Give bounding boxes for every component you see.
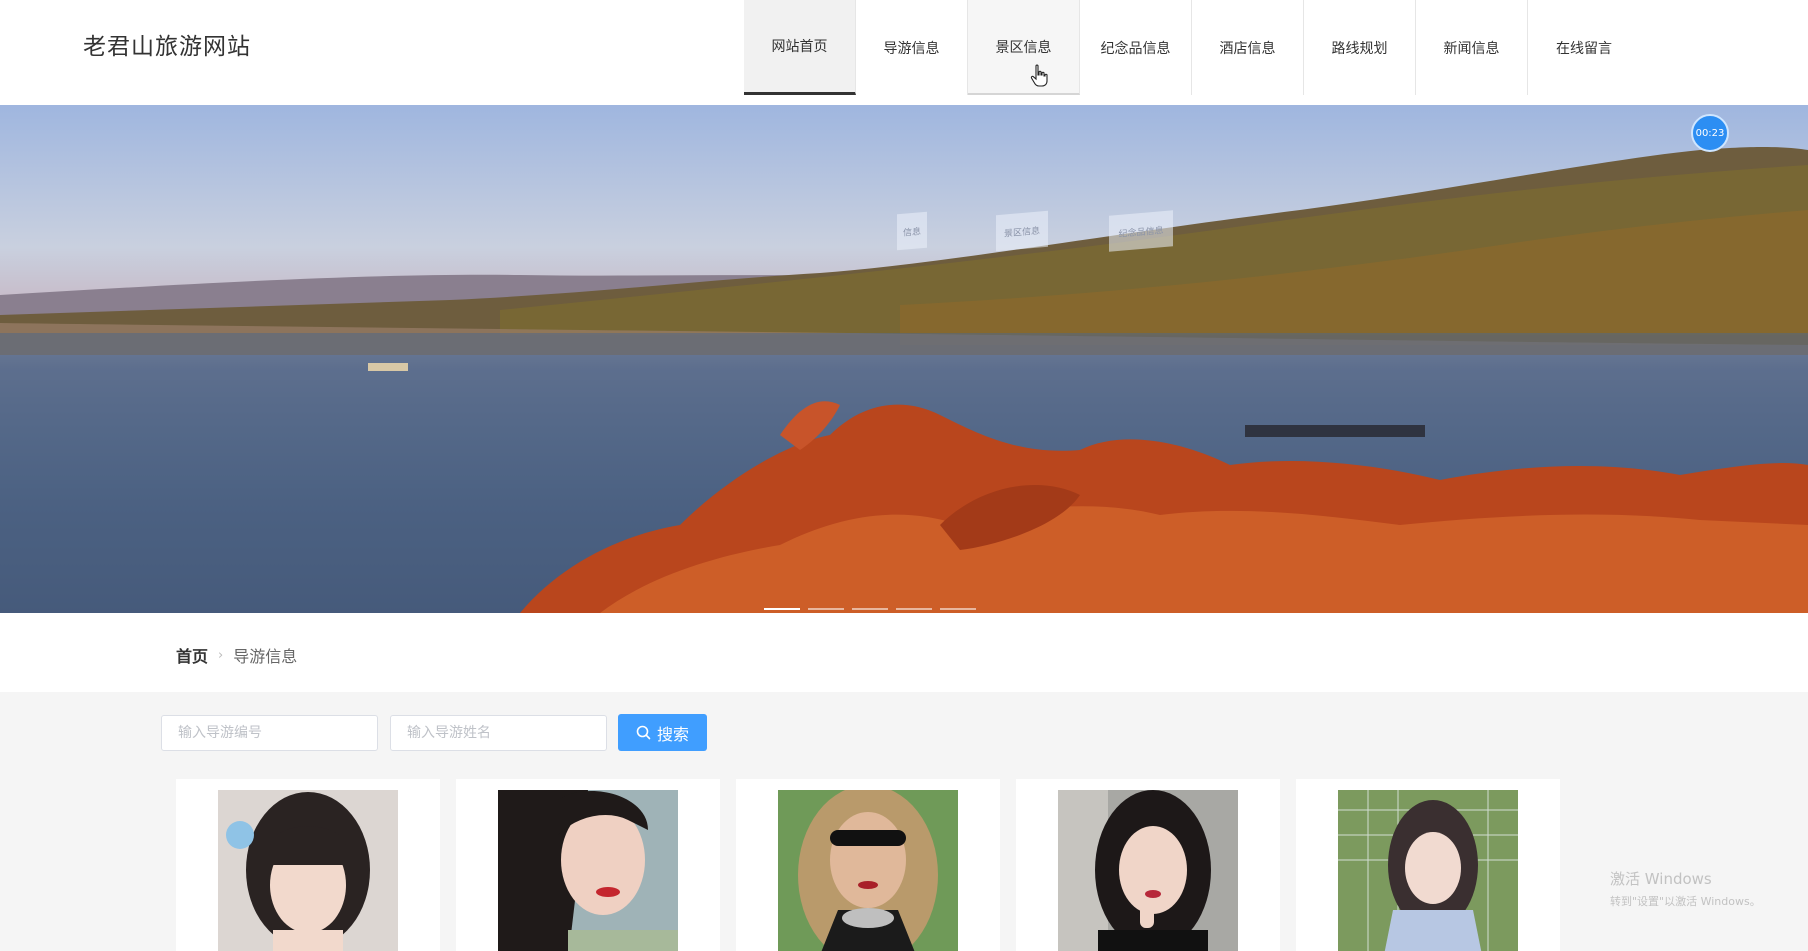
guide-photo[interactable]: [1338, 790, 1518, 951]
carousel-dot[interactable]: [808, 608, 844, 610]
breadcrumb: 首页 › 导游信息: [176, 643, 297, 667]
banner-landscape-image: [0, 146, 1808, 613]
chevron-right-icon: ›: [218, 647, 224, 663]
nav-messages[interactable]: 在线留言: [1528, 0, 1640, 95]
nav-guides[interactable]: 导游信息: [856, 0, 968, 95]
watermark-line-1: 激活 Windows: [1610, 870, 1712, 888]
guide-card[interactable]: [1016, 779, 1280, 951]
nav-souvenirs[interactable]: 纪念品信息: [1080, 0, 1192, 95]
carousel-indicators: [764, 608, 976, 610]
carousel-dot[interactable]: [896, 608, 932, 610]
carousel-dot[interactable]: [852, 608, 888, 610]
timer-badge: 00:23: [1691, 114, 1729, 152]
search-button-label: 搜索: [656, 724, 689, 744]
carousel-dot[interactable]: [940, 608, 976, 610]
guide-photo[interactable]: [778, 790, 958, 951]
breadcrumb-current: 导游信息: [233, 647, 298, 666]
nav-home[interactable]: 网站首页: [744, 0, 856, 95]
guide-card[interactable]: [176, 779, 440, 951]
nav-scenic[interactable]: 景区信息: [968, 0, 1080, 95]
guide-photo[interactable]: [498, 790, 678, 951]
site-title[interactable]: 老君山旅游网站: [83, 27, 251, 61]
banner-ghost-tab: 纪念品信息: [1109, 210, 1173, 252]
search-button[interactable]: 搜索: [618, 714, 707, 751]
hand-cursor-icon: [1030, 64, 1048, 87]
windows-activation-watermark: 激活 Windows 转到"设置"以激活 Windows。: [1610, 868, 1761, 909]
banner-carousel[interactable]: 信息 景区信息 纪念品信息 00:23: [0, 105, 1808, 613]
nav-routes[interactable]: 路线规划: [1304, 0, 1416, 95]
search-icon: [636, 725, 651, 740]
guide-photo[interactable]: [218, 790, 398, 951]
breadcrumb-home[interactable]: 首页: [176, 643, 208, 667]
site-header: 老君山旅游网站 网站首页 导游信息 景区信息 纪念品信息 酒店信息 路线规划 新…: [0, 0, 1808, 105]
guide-card[interactable]: [736, 779, 1000, 951]
banner-ghost-tab: 信息: [897, 211, 927, 251]
banner-ghost-tab: 景区信息: [996, 210, 1048, 252]
watermark-line-2: 转到"设置"以激活 Windows。: [1610, 895, 1761, 908]
guide-card[interactable]: [456, 779, 720, 951]
guide-name-input[interactable]: [390, 715, 607, 751]
nav-hotels[interactable]: 酒店信息: [1192, 0, 1304, 95]
guide-card[interactable]: [1296, 779, 1560, 951]
carousel-dot[interactable]: [764, 608, 800, 610]
guide-cards: [176, 779, 1560, 951]
guide-photo[interactable]: [1058, 790, 1238, 951]
nav-news[interactable]: 新闻信息: [1416, 0, 1528, 95]
main-nav: 网站首页 导游信息 景区信息 纪念品信息 酒店信息 路线规划 新闻信息 在线留言: [744, 0, 1640, 95]
guide-id-input[interactable]: [161, 715, 378, 751]
